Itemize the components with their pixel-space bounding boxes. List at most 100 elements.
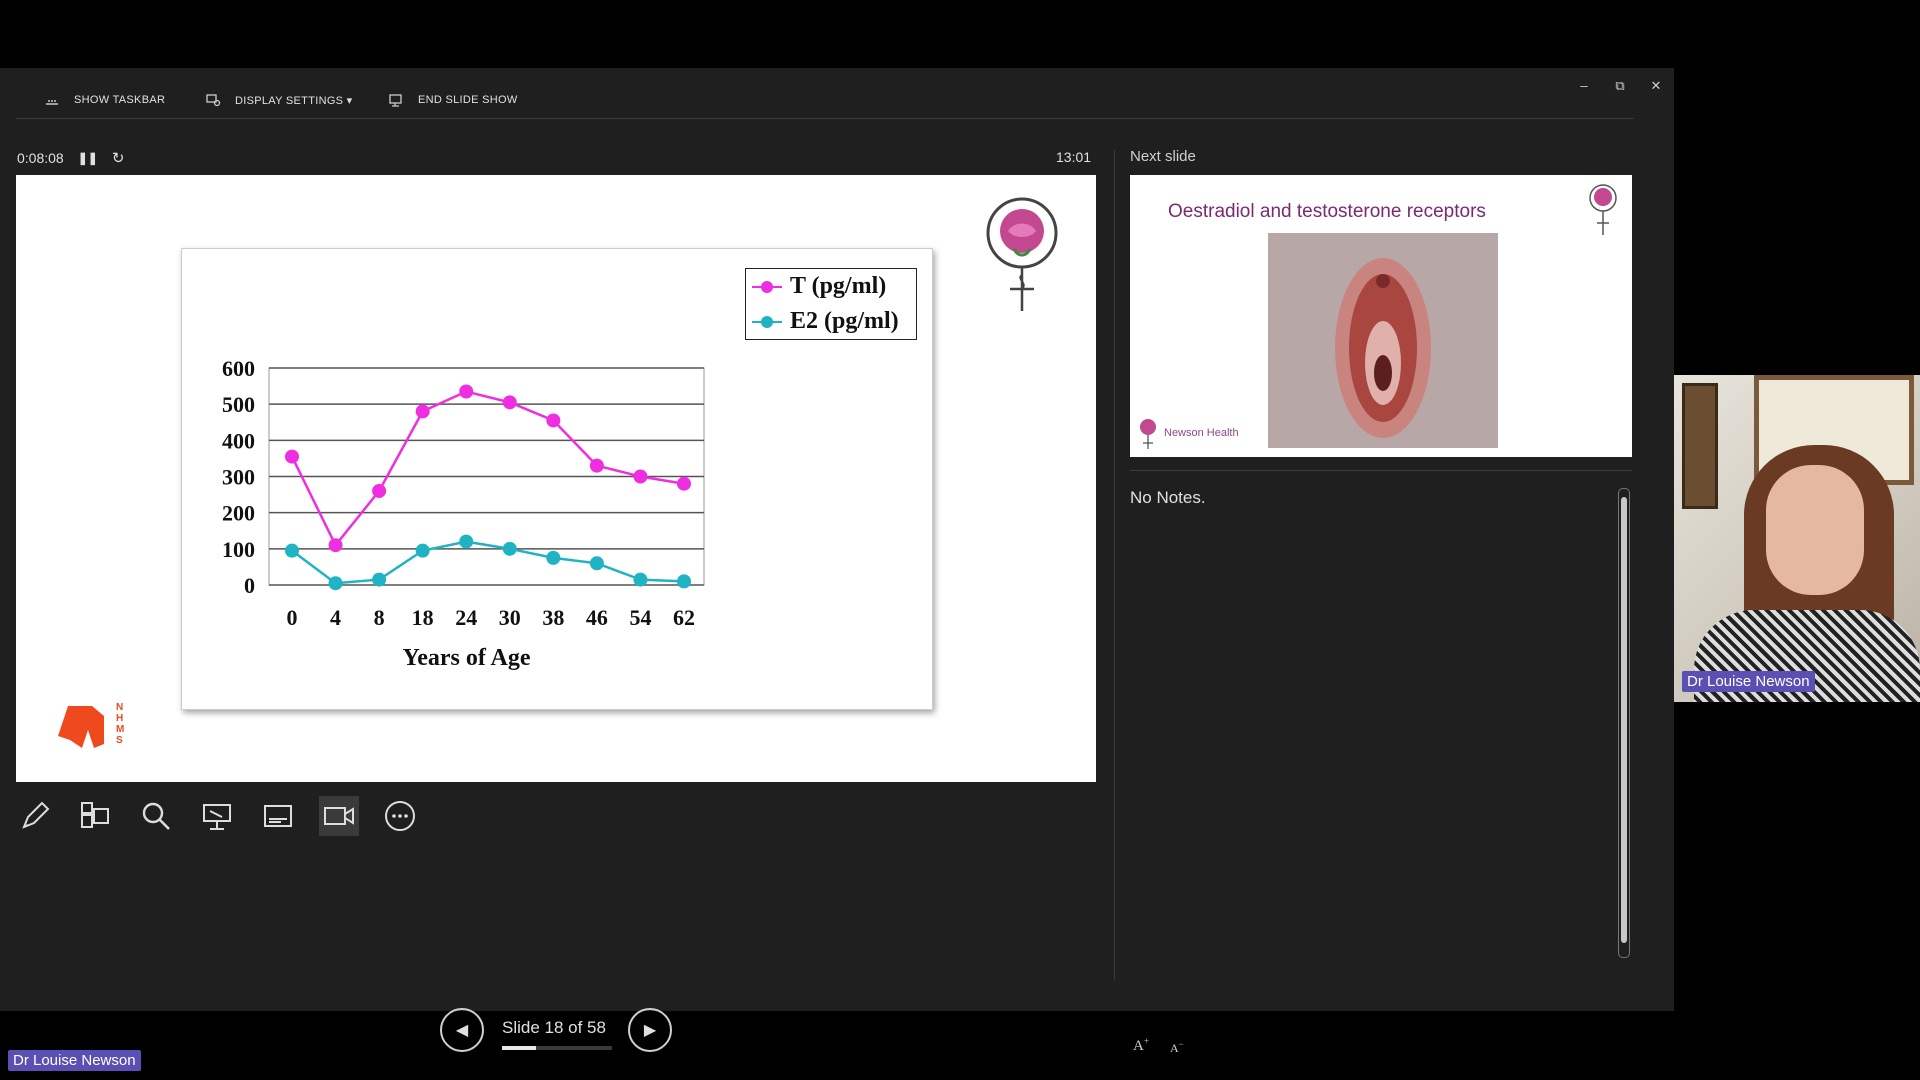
more-options-button[interactable] (380, 796, 420, 836)
data-point (633, 572, 648, 587)
x-tick-label: 8 (374, 605, 385, 630)
x-tick-label: 18 (412, 605, 434, 630)
legend-marker-t (752, 280, 782, 294)
scrollbar-thumb[interactable] (1621, 497, 1627, 943)
legend-item-t: T (pg/ml) (746, 269, 916, 304)
video-camera-icon (324, 807, 354, 825)
x-axis-label: Years of Age (403, 645, 531, 671)
data-point (285, 449, 299, 464)
data-point (372, 572, 387, 587)
end-slide-show-button[interactable]: END SLIDE SHOW (388, 90, 518, 110)
pen-tool-button[interactable] (15, 796, 55, 836)
data-point (372, 483, 387, 498)
previous-slide-button[interactable]: ◀ (440, 1008, 484, 1052)
person-face (1766, 465, 1864, 595)
increase-font-button[interactable]: A+ (1133, 1036, 1149, 1055)
data-point (546, 413, 561, 428)
data-point (415, 404, 430, 419)
rose-logo (986, 197, 1058, 311)
data-point (633, 469, 648, 484)
data-point (459, 534, 474, 549)
data-point (328, 538, 343, 553)
next-slide-title: Oestradiol and testosterone receptors (1168, 201, 1486, 222)
x-tick-label: 62 (673, 605, 695, 630)
subtitles-button[interactable] (258, 796, 298, 836)
legend-item-e2: E2 (pg/ml) (746, 304, 916, 339)
logo-letter: N (116, 702, 124, 713)
speaker-notes[interactable]: No Notes. (1130, 488, 1206, 508)
legend-label-e2: E2 (pg/ml) (790, 308, 899, 334)
meeting-name-tag: Dr Louise Newson (8, 1050, 141, 1071)
y-tick-label: 0 (244, 573, 255, 598)
restore-button[interactable]: ⧉ (1610, 78, 1630, 98)
show-taskbar-button[interactable]: SHOW TASKBAR (44, 90, 165, 110)
data-point (328, 576, 343, 591)
display-settings-icon (206, 94, 221, 107)
notes-scrollbar[interactable] (1618, 488, 1630, 958)
data-point (677, 476, 691, 491)
current-slide: 600 500 400 300 200 100 0 0 4 8 18 24 30 38 46 54 62 Year… (16, 175, 1096, 782)
anatomy-illustration (1335, 258, 1431, 438)
x-tick-label: 24 (455, 605, 477, 630)
increase-font-label: A (1133, 1038, 1144, 1054)
minimize-button[interactable]: – (1574, 78, 1594, 98)
series-line-1 (291, 540, 685, 585)
data-point (502, 395, 517, 410)
decrease-font-button[interactable]: A− (1170, 1039, 1184, 1056)
next-slide-preview[interactable]: Oestradiol and testosterone receptors Ne… (1130, 175, 1632, 457)
data-point (589, 458, 604, 473)
display-settings-label: DISPLAY SETTINGS ▾ (235, 94, 353, 107)
legend-marker-e2 (752, 315, 782, 329)
x-tick-label: 4 (330, 605, 341, 630)
participant-video: Dr Louise Newson (1674, 375, 1920, 702)
magnifier-icon (142, 802, 170, 830)
next-slide-button[interactable]: ▶ (628, 1008, 672, 1052)
x-tick-label: 54 (629, 605, 651, 630)
newson-health-logo (1140, 419, 1156, 449)
data-point (502, 541, 517, 556)
x-tick-label: 30 (499, 605, 521, 630)
pointer-options-button[interactable] (197, 796, 237, 836)
wall-frame (1682, 383, 1718, 509)
participant-name-tag: Dr Louise Newson (1682, 671, 1815, 692)
slide-counter[interactable]: Slide 18 of 58 (502, 1018, 606, 1038)
see-all-slides-button[interactable] (75, 796, 115, 836)
more-icon (385, 801, 415, 831)
decrease-font-label: A (1170, 1041, 1179, 1055)
data-point (589, 556, 604, 571)
presentation-pointer-icon (203, 804, 231, 830)
y-tick-label: 600 (222, 356, 255, 381)
zoom-button[interactable] (136, 796, 176, 836)
data-point (677, 574, 691, 589)
x-tick-label: 46 (586, 605, 608, 630)
y-tick-label: 500 (222, 392, 255, 417)
logo-letter: S (116, 735, 123, 746)
subtitles-icon (264, 805, 292, 827)
y-tick-label: 100 (222, 537, 255, 562)
logo-letter: H (116, 713, 124, 724)
x-tick-label: 0 (287, 605, 298, 630)
triangle-left-icon: ◀ (455, 1022, 469, 1039)
series-line-0 (290, 390, 685, 548)
elapsed-time: 0:08:08 (17, 150, 64, 166)
pause-icon[interactable]: ❚❚ (78, 151, 98, 165)
y-tick-label: 300 (222, 465, 255, 490)
y-tick-label: 200 (222, 501, 255, 526)
pen-icon (22, 801, 50, 829)
chart-legend: T (pg/ml) E2 (pg/ml) (745, 268, 917, 340)
taskbar-icon (46, 100, 58, 105)
end-show-icon (389, 94, 402, 107)
end-slide-show-label: END SLIDE SHOW (418, 94, 518, 106)
presenter-view: SHOW TASKBAR DISPLAY SETTINGS ▾ END SLID… (0, 68, 1674, 1055)
slide-progress-fill (502, 1046, 537, 1050)
anatomy-diagram-image (1268, 233, 1498, 448)
timer: 0:08:08 ❚❚ ↻ (17, 149, 124, 167)
close-button[interactable]: ✕ (1646, 78, 1666, 98)
restart-icon[interactable]: ↻ (112, 149, 125, 167)
camera-button[interactable] (319, 796, 359, 836)
show-taskbar-label: SHOW TASKBAR (74, 94, 166, 106)
x-tick-label: 38 (542, 605, 564, 630)
display-settings-button[interactable]: DISPLAY SETTINGS ▾ (205, 90, 353, 110)
next-slide-label: Next slide (1130, 148, 1196, 165)
triangle-right-icon: ▶ (643, 1022, 657, 1039)
